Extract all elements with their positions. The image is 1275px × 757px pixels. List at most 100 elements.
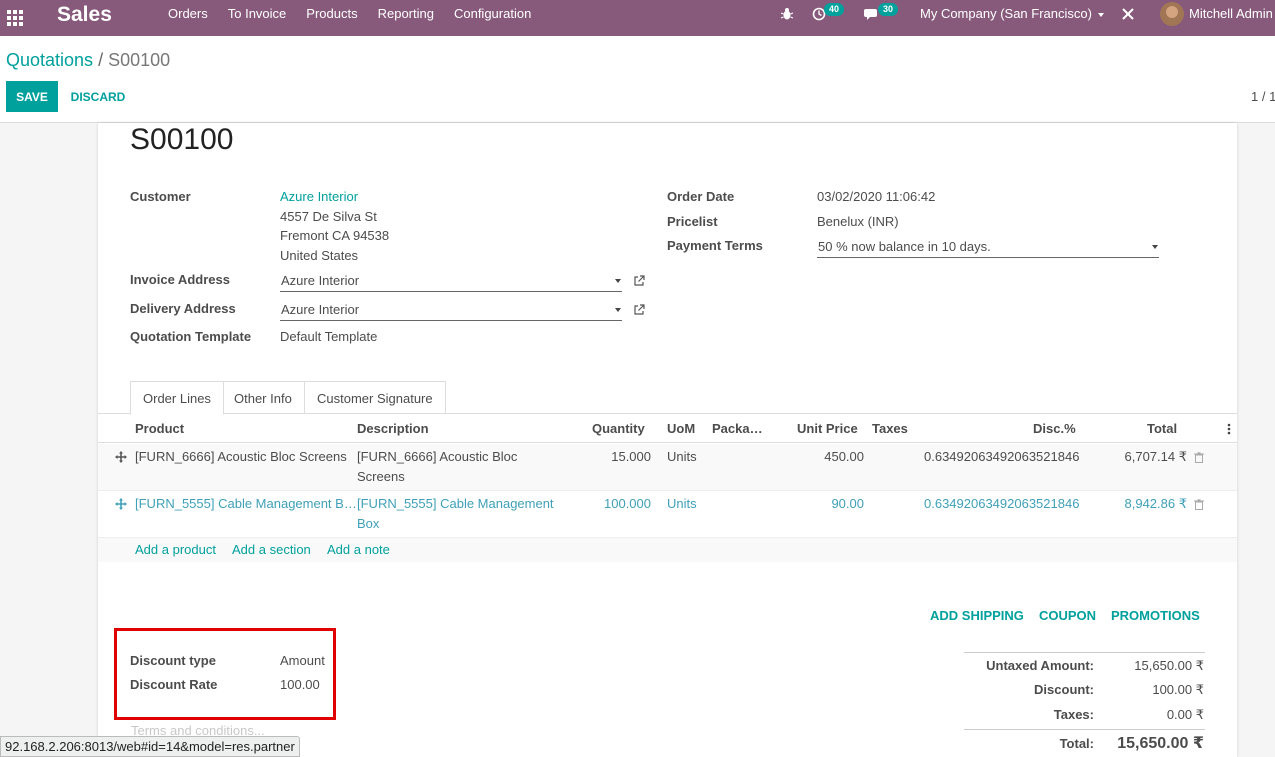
order-date-value[interactable]: 03/02/2020 11:06:42 bbox=[817, 189, 935, 204]
apps-menu-icon[interactable] bbox=[7, 10, 23, 26]
chevron-down-icon bbox=[615, 308, 621, 312]
column-unit-price[interactable]: Unit Price bbox=[797, 421, 858, 436]
menu-configuration[interactable]: Configuration bbox=[444, 0, 541, 36]
table-row[interactable]: [FURN_5555] Cable Management B… [FURN_55… bbox=[98, 491, 1237, 538]
total-label: Total: bbox=[1059, 736, 1094, 751]
totals-divider bbox=[964, 729, 1205, 730]
column-total[interactable]: Total bbox=[1147, 421, 1177, 436]
bug-icon[interactable] bbox=[780, 7, 794, 21]
pager-value[interactable]: 1 / 1 bbox=[1251, 89, 1275, 104]
line-uom[interactable]: Units bbox=[667, 447, 697, 467]
totals-divider bbox=[964, 652, 1205, 653]
discount-type-label: Discount type bbox=[130, 653, 216, 668]
line-description[interactable]: [FURN_6666] Acoustic Bloc bbox=[357, 447, 517, 467]
column-product[interactable]: Product bbox=[135, 421, 184, 436]
payment-terms-field[interactable]: 50 % now balance in 10 days. bbox=[817, 236, 1159, 258]
line-uom[interactable]: Units bbox=[667, 494, 697, 514]
promotions-button[interactable]: PROMOTIONS bbox=[1111, 608, 1200, 623]
page-title: S00100 bbox=[130, 123, 234, 156]
app-brand[interactable]: Sales bbox=[57, 3, 112, 27]
taxes-value: 0.00 ₹ bbox=[1166, 707, 1204, 722]
line-quantity[interactable]: 15.000 bbox=[592, 447, 651, 467]
customer-link[interactable]: Azure Interior bbox=[280, 189, 358, 204]
menu-products[interactable]: Products bbox=[296, 0, 367, 36]
tools-icon[interactable] bbox=[1121, 7, 1135, 21]
line-quantity[interactable]: 100.000 bbox=[592, 494, 651, 514]
invoice-address-value: Azure Interior bbox=[281, 273, 360, 288]
customer-label: Customer bbox=[130, 189, 191, 204]
payment-terms-value: 50 % now balance in 10 days. bbox=[818, 239, 991, 254]
line-description[interactable]: Box bbox=[357, 514, 379, 534]
customer-address-line: Fremont CA 94538 bbox=[280, 228, 390, 243]
add-product-link[interactable]: Add a product bbox=[135, 542, 216, 557]
discount-total-label: Discount: bbox=[1034, 682, 1094, 697]
avatar[interactable] bbox=[1160, 2, 1184, 26]
company-switcher[interactable]: My Company (San Francisco) bbox=[920, 6, 1104, 21]
discard-button[interactable]: DISCARD bbox=[62, 81, 134, 112]
drag-handle-icon[interactable] bbox=[115, 451, 127, 463]
add-section-link[interactable]: Add a section bbox=[232, 542, 311, 557]
line-discount[interactable]: 0.63492063492063521846 bbox=[924, 494, 1079, 514]
order-date-label: Order Date bbox=[667, 189, 735, 204]
message-count-badge: 30 bbox=[878, 3, 899, 16]
menu-reporting[interactable]: Reporting bbox=[368, 0, 444, 36]
discount-rate-value[interactable]: 100.00 bbox=[280, 677, 320, 692]
add-shipping-button[interactable]: ADD SHIPPING bbox=[930, 608, 1024, 623]
line-product[interactable]: [FURN_6666] Acoustic Bloc Screens bbox=[135, 447, 347, 467]
pricelist-value[interactable]: Benelux (INR) bbox=[817, 214, 899, 229]
table-row[interactable]: [FURN_6666] Acoustic Bloc Screens [FURN_… bbox=[98, 444, 1237, 491]
drag-handle-icon[interactable] bbox=[115, 498, 127, 510]
order-lines-header: Product Description Quantity UoM Packa… … bbox=[98, 414, 1237, 443]
save-button[interactable]: SAVE bbox=[6, 81, 58, 112]
form-sheet: S00100 Customer Azure Interior 4557 De S… bbox=[98, 123, 1237, 757]
coupon-button[interactable]: COUPON bbox=[1039, 608, 1096, 623]
discount-type-value[interactable]: Amount bbox=[280, 653, 325, 668]
column-uom[interactable]: UoM bbox=[667, 421, 695, 436]
invoice-address-label: Invoice Address bbox=[130, 272, 230, 287]
breadcrumb-separator: / bbox=[98, 50, 104, 70]
customer-address-line: United States bbox=[280, 248, 359, 263]
menu-to-invoice[interactable]: To Invoice bbox=[218, 0, 297, 36]
add-note-link[interactable]: Add a note bbox=[327, 542, 390, 557]
external-link-icon[interactable] bbox=[633, 275, 645, 287]
delivery-address-field[interactable]: Azure Interior bbox=[280, 299, 622, 321]
company-name: My Company (San Francisco) bbox=[920, 6, 1092, 21]
pricelist-label: Pricelist bbox=[667, 214, 718, 229]
tab-order-lines[interactable]: Order Lines bbox=[130, 381, 224, 415]
column-discount[interactable]: Disc.% bbox=[1033, 421, 1076, 436]
delivery-address-value: Azure Interior bbox=[281, 302, 360, 317]
line-product[interactable]: [FURN_5555] Cable Management B… bbox=[135, 494, 357, 514]
column-description[interactable]: Description bbox=[357, 421, 429, 436]
column-options-icon[interactable] bbox=[1227, 423, 1231, 435]
line-total: 8,942.86 ₹ bbox=[1124, 496, 1188, 511]
line-discount[interactable]: 0.63492063492063521846 bbox=[924, 447, 1079, 467]
delivery-address-label: Delivery Address bbox=[130, 301, 236, 316]
column-taxes[interactable]: Taxes bbox=[872, 421, 908, 436]
tab-other-info[interactable]: Other Info bbox=[221, 381, 305, 413]
untaxed-amount-value: 15,650.00 ₹ bbox=[1134, 658, 1204, 673]
line-description[interactable]: [FURN_5555] Cable Management bbox=[357, 494, 554, 514]
trash-icon[interactable] bbox=[1194, 452, 1204, 463]
discount-total-value: 100.00 ₹ bbox=[1152, 682, 1204, 697]
column-packaging[interactable]: Packa… bbox=[712, 421, 763, 436]
tab-customer-signature[interactable]: Customer Signature bbox=[304, 381, 446, 413]
chevron-down-icon bbox=[615, 279, 621, 283]
breadcrumb: Quotations / S00100 bbox=[6, 50, 170, 71]
invoice-address-field[interactable]: Azure Interior bbox=[280, 270, 622, 292]
browser-status-url: 92.168.2.206:8013/web#id=14&model=res.pa… bbox=[0, 736, 300, 757]
trash-icon[interactable] bbox=[1194, 499, 1204, 510]
payment-terms-label: Payment Terms bbox=[667, 238, 763, 253]
line-unit-price[interactable]: 450.00 bbox=[797, 447, 864, 467]
chevron-down-icon bbox=[1097, 12, 1104, 17]
control-panel: Quotations / S00100 SAVE DISCARD 1 / 1 bbox=[0, 36, 1275, 123]
column-quantity[interactable]: Quantity bbox=[592, 421, 645, 436]
user-menu[interactable]: Mitchell Admin bbox=[1189, 6, 1273, 21]
menu-orders[interactable]: Orders bbox=[158, 0, 218, 36]
external-link-icon[interactable] bbox=[633, 304, 645, 316]
quotation-template-value[interactable]: Default Template bbox=[280, 329, 377, 344]
untaxed-amount-label: Untaxed Amount: bbox=[986, 658, 1094, 673]
quotation-template-label: Quotation Template bbox=[130, 329, 252, 344]
line-description[interactable]: Screens bbox=[357, 467, 405, 487]
line-unit-price[interactable]: 90.00 bbox=[797, 494, 864, 514]
breadcrumb-quotations[interactable]: Quotations bbox=[6, 50, 93, 70]
